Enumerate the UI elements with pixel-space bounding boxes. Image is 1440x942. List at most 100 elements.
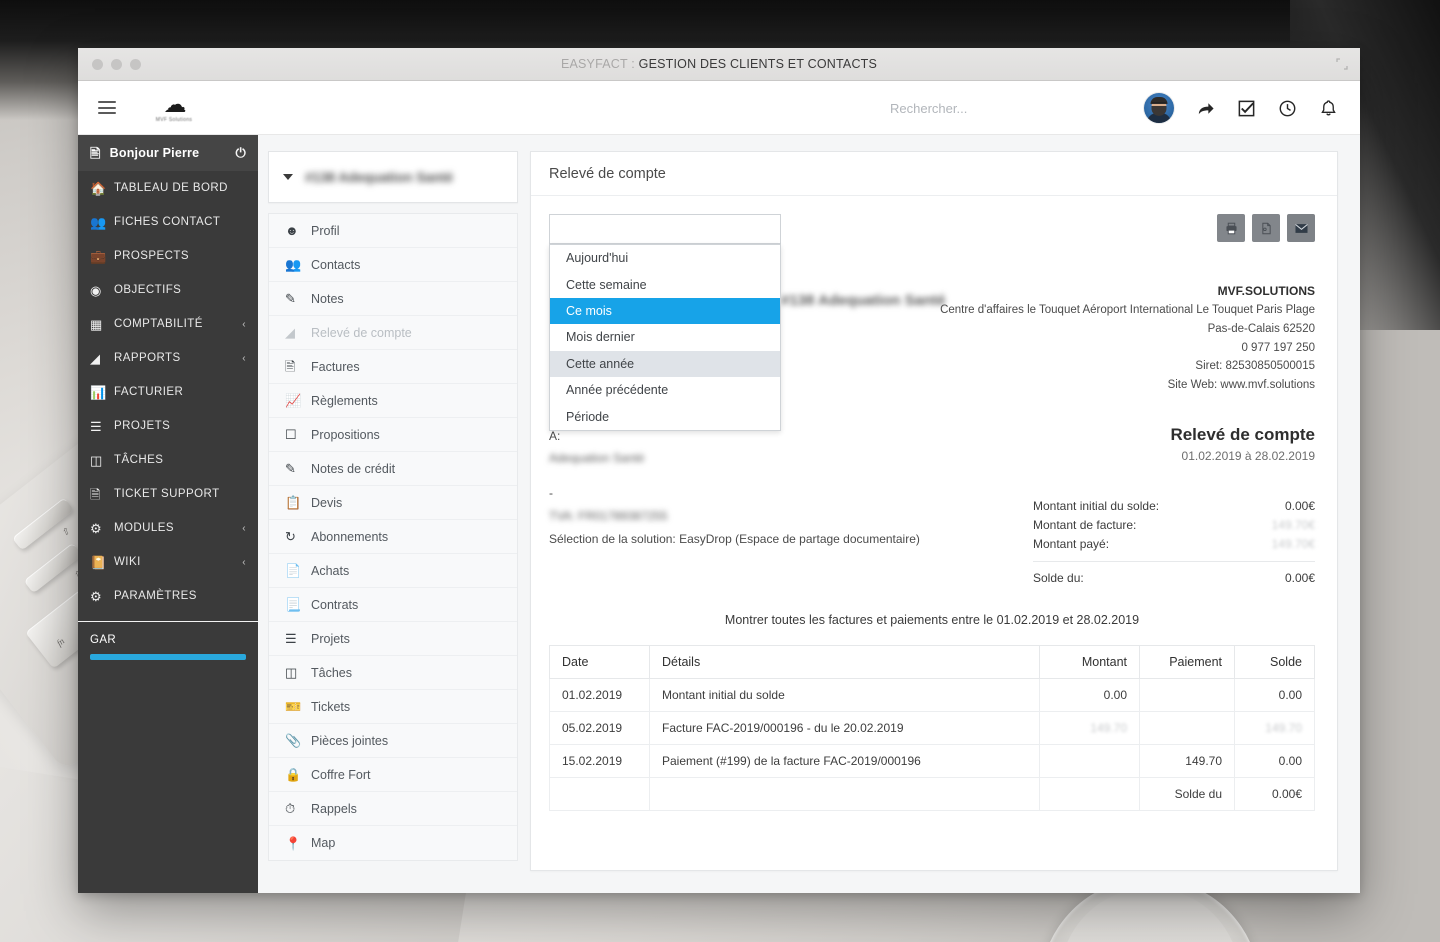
client-menu-item-abonnements[interactable]: ↻ Abonnements	[269, 520, 517, 554]
app-body: 🖹 Bonjour Pierre ⏻ 🏠 TABLEAU DE BORD 👥 F…	[78, 135, 1360, 893]
client-menu-item-label: Contacts	[311, 257, 361, 272]
sidebar-item-objectifs[interactable]: ◉ OBJECTIFS	[78, 273, 258, 307]
client-menu-item-projets[interactable]: ☰ Projets	[269, 622, 517, 656]
sidebar-item-tableau-de-bord[interactable]: 🏠 TABLEAU DE BORD	[78, 171, 258, 205]
search-area[interactable]	[890, 81, 1130, 135]
print-button[interactable]	[1217, 214, 1245, 242]
client-menu-item-reglements[interactable]: 📈 Règlements	[269, 384, 517, 418]
cell-paiement: 149.70	[1139, 744, 1235, 779]
copy-icon: 📋	[285, 495, 302, 510]
recipient-dash: -	[549, 486, 553, 501]
dropdown-option-periode[interactable]: Période	[550, 403, 780, 429]
sidebar-item-label: FICHES CONTACT	[114, 216, 221, 228]
client-menu-item-map[interactable]: 📍 Map	[269, 826, 517, 860]
client-menu-item-achats[interactable]: 📄 Achats	[269, 554, 517, 588]
share-arrow-icon[interactable]	[1196, 99, 1215, 118]
sidebar-item-parametres[interactable]: ⚙ PARAMÈTRES	[78, 579, 258, 613]
dropdown-option-cette-semaine[interactable]: Cette semaine	[550, 271, 780, 297]
dropdown-option-label: Mois dernier	[566, 330, 635, 345]
total-row: Montant de facture: 149.70€	[1033, 516, 1315, 535]
page-title: Relevé de compte	[549, 165, 666, 182]
cell-details: Montant initial du solde	[649, 678, 1040, 713]
sidebar-item-fiches-contact[interactable]: 👥 FICHES CONTACT	[78, 205, 258, 239]
email-button[interactable]	[1287, 214, 1315, 242]
cell-paiement	[1139, 711, 1235, 746]
paperclip-icon: 📎	[285, 733, 302, 748]
browser-window: EASYFACT : GESTION DES CLIENTS ET CONTAC…	[78, 48, 1360, 893]
cell-paiement	[1139, 678, 1235, 713]
bell-icon[interactable]	[1319, 99, 1338, 118]
client-menu-item-tickets[interactable]: 🎫 Tickets	[269, 690, 517, 724]
proposal-icon: ☐	[285, 427, 297, 442]
dropdown-option-label: Ce mois	[566, 303, 612, 318]
pdf-button[interactable]	[1252, 214, 1280, 242]
client-menu-item-taches[interactable]: ◫ Tâches	[269, 656, 517, 690]
target-icon: ◉	[90, 282, 102, 298]
dropdown-option-mois-dernier[interactable]: Mois dernier	[550, 324, 780, 350]
totals-list: Montant initial du solde: 0.00€ Montant …	[1033, 497, 1315, 588]
total-value: 0.00€	[1284, 499, 1315, 514]
sidebar-item-rapports[interactable]: ◢ RAPPORTS ‹	[78, 341, 258, 375]
total-label: Montant payé:	[1033, 537, 1110, 552]
client-menu-item-label: Factures	[311, 359, 360, 374]
sidebar-item-label: RAPPORTS	[114, 352, 181, 364]
dropdown-option-cette-annee[interactable]: Cette année	[550, 350, 780, 377]
client-menu-item-contrats[interactable]: 📃 Contrats	[269, 588, 517, 622]
sidebar-item-label: COMPTABILITÉ	[114, 318, 203, 330]
printer-icon	[1225, 222, 1237, 234]
client-menu-item-label: Projets	[311, 631, 350, 646]
cell-solde: 149.70	[1234, 711, 1315, 746]
sidebar-item-label: PROJETS	[114, 420, 171, 432]
sidebar-greeting: 🖹 Bonjour Pierre ⏻	[78, 135, 258, 171]
client-menu-item-contacts[interactable]: 👥 Contacts	[269, 248, 517, 282]
contacts-icon: 👥	[285, 257, 302, 272]
map-pin-icon: 📍	[285, 835, 302, 851]
list-icon: ☰	[90, 418, 103, 434]
dropdown-option-annee-precedente[interactable]: Année précédente	[550, 377, 780, 403]
power-icon[interactable]: ⏻	[236, 145, 246, 161]
client-menu-item-releve-de-compte[interactable]: ◢ Relevé de compte	[269, 316, 517, 350]
client-menu-item-notes-de-credit[interactable]: ✎ Notes de crédit	[269, 452, 517, 486]
sidebar-item-wiki[interactable]: 📔 WIKI ‹	[78, 545, 258, 579]
sidebar-item-modules[interactable]: ⚙ MODULES ‹	[78, 511, 258, 545]
menu-toggle-icon[interactable]	[98, 101, 116, 114]
balance-value: 0.00€	[1284, 570, 1315, 585]
clock-icon[interactable]	[1278, 99, 1297, 118]
dropdown-option-aujourdhui[interactable]: Aujourd'hui	[550, 245, 780, 271]
footer-label: Solde du	[1139, 777, 1235, 812]
sidebar-item-prospects[interactable]: 💼 PROSPECTS	[78, 239, 258, 273]
app-header: ☁ MVF Solutions	[78, 81, 1360, 135]
period-select[interactable]	[549, 214, 781, 244]
envelope-icon	[1294, 223, 1308, 233]
dropdown-option-ce-mois[interactable]: Ce mois	[550, 297, 780, 325]
app-logo[interactable]: ☁ MVF Solutions	[148, 92, 200, 123]
contacts-icon: 👥	[90, 214, 107, 230]
expand-icon[interactable]	[1336, 58, 1348, 70]
sidebar-item-taches[interactable]: ◫ TÂCHES	[78, 443, 258, 477]
cell-montant	[1039, 744, 1140, 779]
client-menu-item-notes[interactable]: ✎ Notes	[269, 282, 517, 316]
sidebar-item-facturier[interactable]: 📊 FACTURIER	[78, 375, 258, 409]
client-menu-item-profil[interactable]: ☻ Profil	[269, 214, 517, 248]
total-label: Montant de facture:	[1033, 518, 1137, 533]
note-icon: ✎	[285, 461, 296, 476]
content-column: Relevé de compte MVF.SOLUTIONS Centre d'…	[530, 135, 1360, 893]
client-menu-item-rappels[interactable]: ⏱ Rappels	[269, 792, 517, 826]
client-menu-item-pieces-jointes[interactable]: 📎 Pièces jointes	[269, 724, 517, 758]
avatar[interactable]	[1144, 93, 1174, 123]
search-input[interactable]	[890, 100, 1130, 116]
sidebar-item-comptabilite[interactable]: ▦ COMPTABILITÉ ‹	[78, 307, 258, 341]
ticket-icon: 🗎	[90, 486, 101, 502]
checkbox-task-icon[interactable]	[1237, 99, 1256, 118]
chevron-left-icon: ‹	[242, 318, 246, 330]
note-icon: ✎	[285, 291, 296, 306]
client-menu-item-coffre-fort[interactable]: 🔒 Coffre Fort	[269, 758, 517, 792]
client-menu-item-factures[interactable]: 🖹 Factures	[269, 350, 517, 384]
client-menu-item-devis[interactable]: 📋 Devis	[269, 486, 517, 520]
cell-montant: 149.70	[1039, 711, 1140, 746]
client-menu-item-propositions[interactable]: ☐ Propositions	[269, 418, 517, 452]
period-dropdown[interactable]: Aujourd'hui Cette semaine Ce mois Mois d…	[549, 244, 781, 431]
client-selector[interactable]: #138 Adequation Santé	[268, 151, 518, 203]
sidebar-item-ticket-support[interactable]: 🗎 TICKET SUPPORT	[78, 477, 258, 511]
sidebar-item-projets[interactable]: ☰ PROJETS	[78, 409, 258, 443]
